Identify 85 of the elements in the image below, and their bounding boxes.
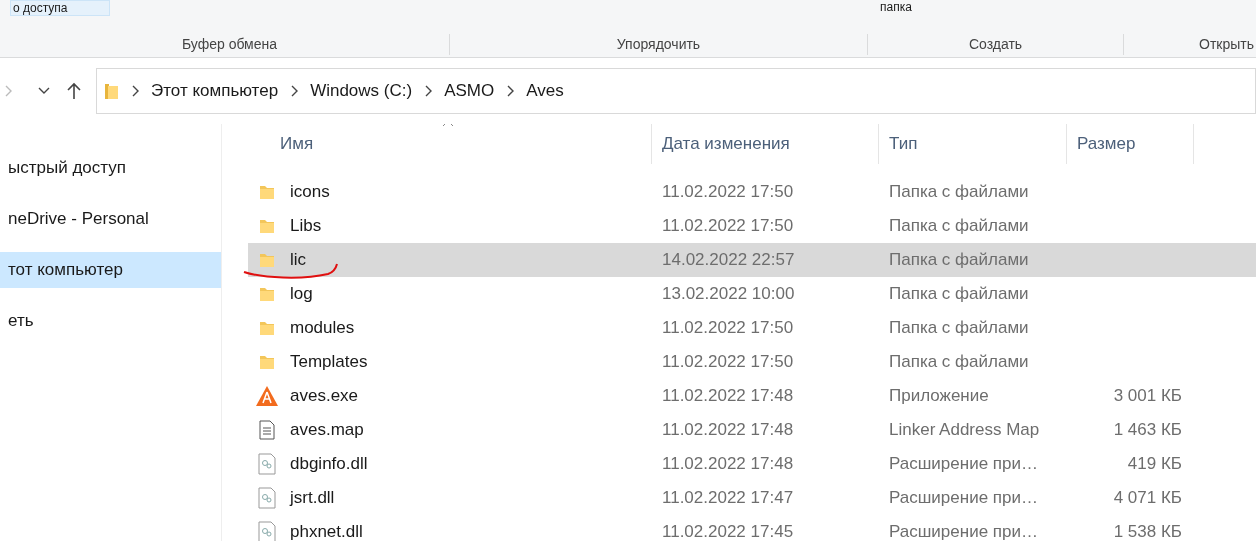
breadcrumb-item[interactable]: Aves <box>526 78 564 104</box>
file-name: lic <box>290 249 307 272</box>
file-name: phxnet.dll <box>290 521 363 541</box>
folder-icon <box>258 217 276 235</box>
sidebar-item[interactable]: ыстрый доступ <box>0 150 221 186</box>
file-name: dbginfo.dll <box>290 453 368 476</box>
text-file-icon <box>258 420 276 440</box>
file-type: Linker Address Map <box>889 420 1040 440</box>
ribbon-group-label: Упорядочить <box>616 36 701 52</box>
chevron-right-icon <box>131 85 139 97</box>
file-date: 11.02.2022 17:50 <box>662 182 794 202</box>
folder-icon <box>258 251 276 269</box>
file-type: Приложение <box>889 386 989 406</box>
file-row[interactable]: lic 14.02.2022 22:57 Папка с файлами <box>248 243 1256 277</box>
folder-icon <box>258 319 276 337</box>
file-size: 1 463 КБ <box>1113 420 1182 440</box>
ribbon-group-label: Создать <box>968 36 1023 52</box>
file-type: Папка с файлами <box>889 182 1029 202</box>
file-date: 13.02.2022 10:00 <box>662 284 795 304</box>
file-row[interactable]: aves.map 11.02.2022 17:48 Linker Address Map 1 463 КБ <box>248 413 1256 447</box>
file-date: 11.02.2022 17:48 <box>662 420 794 440</box>
chevron-right-icon <box>290 85 299 97</box>
file-size: 3 001 КБ <box>1113 386 1182 406</box>
file-date: 11.02.2022 17:50 <box>662 216 794 236</box>
ribbon-text: папка <box>880 0 912 16</box>
file-date: 11.02.2022 17:50 <box>662 352 794 372</box>
file-row[interactable]: dbginfo.dll 11.02.2022 17:48 Расширение при… 419 КБ <box>248 447 1256 481</box>
file-row[interactable]: aves.exe 11.02.2022 17:48 Приложение 3 001 КБ <box>248 379 1256 413</box>
gear-file-icon <box>258 487 276 509</box>
file-date: 11.02.2022 17:48 <box>662 386 794 406</box>
chevron-right-icon <box>506 85 515 97</box>
file-size: 419 КБ <box>1127 454 1182 474</box>
sidebar-item[interactable]: neDrive - Personal <box>0 201 221 237</box>
file-name: Libs <box>290 215 322 238</box>
file-row[interactable]: phxnet.dll 11.02.2022 17:45 Расширение при… 1 538 КБ <box>248 515 1256 541</box>
column-header[interactable]: Тип <box>879 124 1067 164</box>
file-row[interactable]: Libs 11.02.2022 17:50 Папка с файлами <box>248 209 1256 243</box>
folder-icon <box>103 82 119 100</box>
folder-icon <box>258 353 276 371</box>
file-name: log <box>290 283 313 306</box>
file-row[interactable]: icons 11.02.2022 17:50 Папка с файлами <box>248 175 1256 209</box>
breadcrumb-item[interactable]: ASMO <box>444 78 495 104</box>
file-name: jsrt.dll <box>290 487 335 510</box>
sidebar-item[interactable]: тот компьютер <box>0 252 221 288</box>
file-type: Папка с файлами <box>889 352 1029 372</box>
file-row[interactable]: log 13.02.2022 10:00 Папка с файлами <box>248 277 1256 311</box>
file-name: modules <box>290 317 355 340</box>
file-type: Папка с файлами <box>889 318 1029 338</box>
file-type: Папка с файлами <box>889 216 1029 236</box>
ribbon-group-label: Открыть <box>1199 36 1254 52</box>
file-name: icons <box>290 181 330 204</box>
file-date: 11.02.2022 17:47 <box>662 488 794 508</box>
app-icon <box>255 385 279 407</box>
dropdown-caret-icon[interactable] <box>38 87 50 95</box>
file-date: 11.02.2022 17:45 <box>662 522 794 541</box>
column-header[interactable]: Размер <box>1067 124 1194 164</box>
file-row[interactable]: modules 11.02.2022 17:50 Папка с файлами <box>248 311 1256 345</box>
gear-file-icon <box>258 453 276 475</box>
ribbon-group-label: Буфер обмена <box>181 36 278 52</box>
file-size: 1 538 КБ <box>1113 522 1182 541</box>
sidebar-item[interactable]: еть <box>0 303 221 339</box>
file-name: Templates <box>290 351 368 374</box>
file-type: Расширение при… <box>889 522 1038 541</box>
file-row[interactable]: jsrt.dll 11.02.2022 17:47 Расширение при… 4 071 КБ <box>248 481 1256 515</box>
breadcrumb-item[interactable]: Этот компьютер <box>151 78 279 104</box>
folder-icon <box>258 183 276 201</box>
file-type: Расширение при… <box>889 454 1038 474</box>
address-bar[interactable]: Этот компьютер Windows (C:) ASMO Aves <box>96 68 1256 114</box>
folder-icon <box>258 285 276 303</box>
breadcrumb-item[interactable]: Windows (C:) <box>310 78 413 104</box>
file-row[interactable]: Templates 11.02.2022 17:50 Папка с файлами <box>248 345 1256 379</box>
file-type: Папка с файлами <box>889 250 1029 270</box>
file-date: 11.02.2022 17:50 <box>662 318 794 338</box>
up-arrow-icon[interactable] <box>66 82 82 100</box>
file-date: 11.02.2022 17:48 <box>662 454 794 474</box>
column-header[interactable]: Имя <box>248 124 652 164</box>
file-name: aves.exe <box>290 385 359 408</box>
ribbon-text: о доступа <box>10 0 110 16</box>
file-size: 4 071 КБ <box>1113 488 1182 508</box>
chevron-right-icon <box>424 85 433 97</box>
file-name: aves.map <box>290 419 364 442</box>
file-type: Папка с файлами <box>889 284 1029 304</box>
file-date: 14.02.2022 22:57 <box>662 250 795 270</box>
column-header[interactable]: Дата изменения <box>652 124 879 164</box>
file-type: Расширение при… <box>889 488 1038 508</box>
